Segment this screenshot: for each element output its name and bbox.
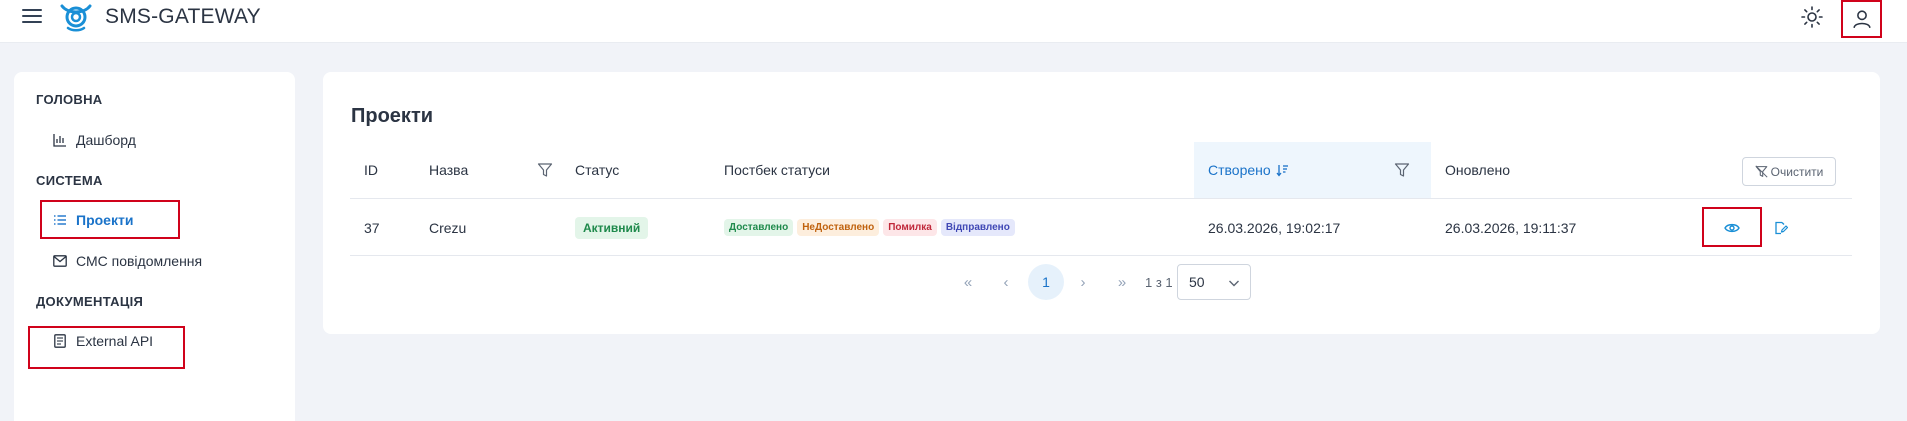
column-label: ID	[364, 162, 378, 178]
projects-card: Проекти ID Назва Статус Постбек статуси …	[323, 72, 1880, 334]
cell-status: Активний	[575, 199, 725, 256]
user-menu-button[interactable]	[1841, 0, 1882, 38]
filter-icon[interactable]	[1394, 162, 1410, 178]
list-icon	[52, 212, 68, 228]
prev-page-button[interactable]: ‹	[991, 267, 1021, 297]
clear-filters-label: Очистити	[1770, 164, 1824, 179]
cell-created: 26.03.2026, 19:02:17	[1208, 219, 1341, 236]
eye-icon	[1724, 223, 1740, 232]
page-button-current[interactable]: 1	[1028, 264, 1064, 300]
page-size-select[interactable]: 50	[1177, 264, 1251, 300]
bar-chart-icon	[52, 132, 68, 148]
postback-tag-delivered: Доставлено	[724, 219, 794, 236]
column-header-updated[interactable]: Оновлено	[1431, 142, 1671, 198]
edit-icon	[1775, 221, 1788, 234]
hamburger-icon[interactable]	[22, 9, 42, 23]
sidebar-item-dashboard[interactable]: Дашборд	[52, 128, 136, 152]
app-title: SMS-GATEWAY	[105, 5, 261, 28]
user-icon	[1852, 10, 1871, 29]
column-header-postback[interactable]: Постбек статуси	[724, 142, 1124, 198]
column-label: Статус	[575, 162, 620, 178]
cell-id: 37	[364, 219, 380, 236]
filter-icon[interactable]	[537, 162, 553, 178]
sidebar-section-title: СИСТЕМА	[36, 173, 103, 188]
sidebar-item-projects[interactable]: Проекти	[52, 208, 133, 232]
cell-name: Crezu	[429, 219, 467, 236]
column-label: Назва	[429, 162, 469, 178]
postback-tag-sent: Відправлено	[940, 219, 1015, 236]
sidebar-item-sms-messages[interactable]: СМС повідомлення	[52, 249, 202, 273]
column-label: Оновлено	[1445, 162, 1510, 178]
sidebar-item-label: External API	[76, 333, 154, 349]
column-header-id[interactable]: ID	[350, 142, 415, 198]
sidebar-section-title: ДОКУМЕНТАЦІЯ	[36, 294, 144, 309]
chevron-down-icon	[1229, 280, 1239, 287]
document-icon	[52, 333, 68, 349]
satellite-logo	[60, 4, 92, 32]
first-page-button[interactable]: «	[953, 267, 983, 297]
page-size-value: 50	[1189, 274, 1205, 290]
sidebar: ГОЛОВНА Дашборд СИСТЕМА Проекти СМС пові…	[14, 72, 295, 421]
postback-tag-undelivered: НеДоставлено	[797, 219, 880, 236]
clear-filters-button[interactable]: Очистити	[1742, 157, 1836, 186]
sort-desc-icon	[1276, 165, 1288, 177]
next-page-button[interactable]: ›	[1068, 267, 1098, 297]
sidebar-item-label: Проекти	[76, 212, 134, 228]
page-title: Проекти	[351, 105, 434, 127]
sidebar-item-external-api[interactable]: External API	[52, 329, 153, 353]
edit-button[interactable]	[1766, 199, 1796, 256]
last-page-button[interactable]: »	[1107, 267, 1137, 297]
postback-tag-error: Помилка	[883, 219, 937, 236]
sidebar-section-title: ГОЛОВНА	[36, 92, 103, 107]
status-badge: Активний	[575, 216, 649, 239]
top-bar: SMS-GATEWAY	[0, 0, 1907, 43]
cell-postback: Доставлено НеДоставлено Помилка Відправл…	[724, 199, 1184, 256]
sidebar-item-label: СМС повідомлення	[76, 253, 203, 269]
sidebar-item-label: Дашборд	[76, 132, 136, 148]
mail-icon	[52, 253, 68, 269]
table-header: ID Назва Статус Постбек статуси Створено…	[350, 142, 1852, 199]
page-info: 1 з 1	[1145, 275, 1173, 290]
column-label: Створено	[1208, 162, 1271, 178]
view-button[interactable]	[1702, 199, 1762, 256]
column-header-status[interactable]: Статус	[575, 142, 725, 198]
column-label: Постбек статуси	[724, 162, 830, 178]
table-row[interactable]: 37 Crezu Активний Доставлено НеДоставлен…	[350, 199, 1852, 256]
filter-clear-icon	[1755, 165, 1768, 178]
cell-updated: 26.03.2026, 19:11:37	[1445, 219, 1577, 236]
sun-icon[interactable]	[1800, 5, 1824, 29]
